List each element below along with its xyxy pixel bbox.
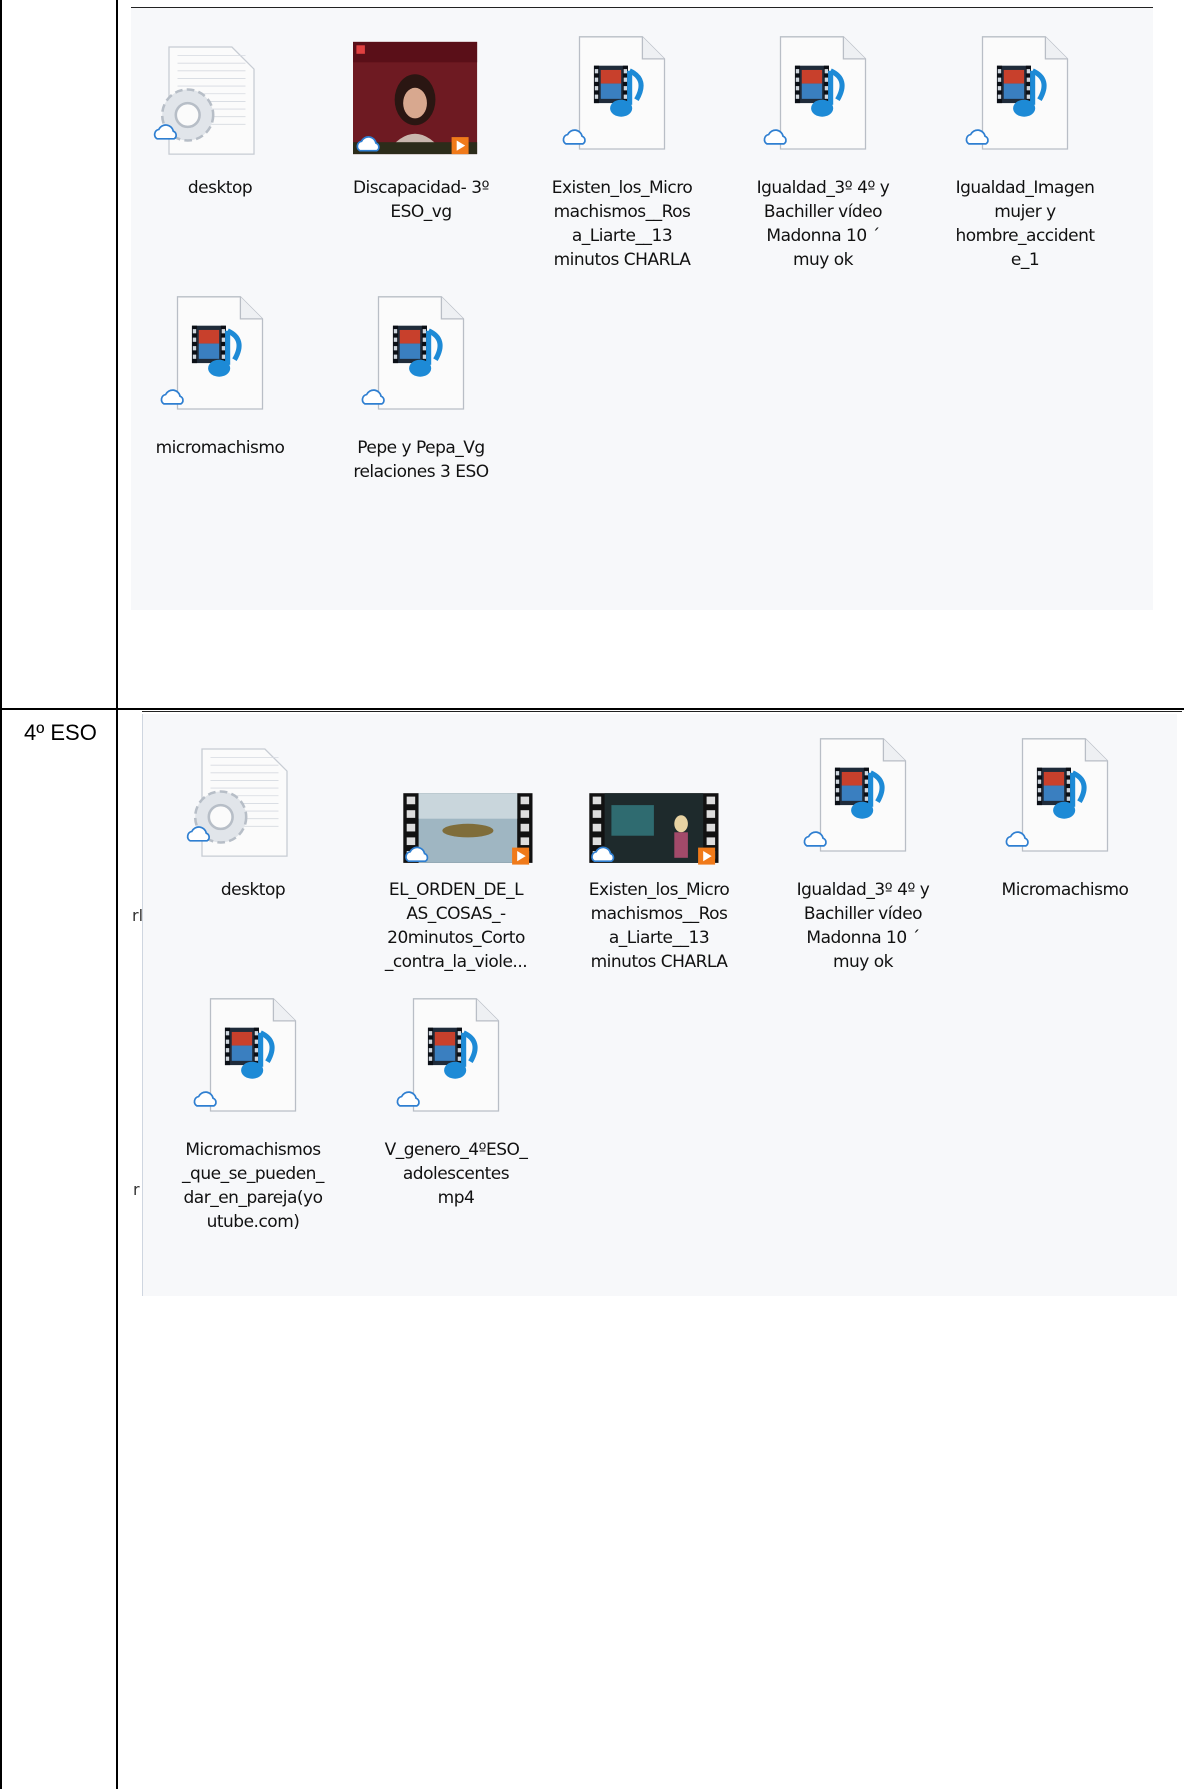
file-name-line: adolescentes [402,1164,510,1184]
media-file-icon[interactable] [537,20,707,176]
file-name-line: machismos__Ros [553,202,691,222]
play-badge-icon [451,137,469,155]
file-name-line: e_1 [1010,250,1040,270]
file-name-line: desktop [187,178,253,198]
file-item[interactable]: Existen_los_Micro machismos__Ros a_Liarte_… [574,722,744,974]
media-file-icon[interactable] [738,20,908,176]
file-name: desktop [168,878,338,902]
file-name-line: hombre_accident [955,226,1095,246]
media-file-icon[interactable] [168,982,338,1138]
file-name: Existen_los_Micro machismos__Ros a_Liarte_… [537,176,707,272]
file-name: Pepe y Pepa_Vg relaciones 3 ESO [336,436,506,484]
file-name-line: Existen_los_Micro [588,880,730,900]
file-name-line: Madonna 10 ´ [806,928,920,948]
file-item[interactable]: Pepe y Pepa_Vg relaciones 3 ESO [336,280,506,484]
file-item[interactable]: Micromachismo [980,722,1150,902]
file-name: EL_ORDEN_DE_L AS_COSAS_- 20minutos_Corto _c… [371,878,541,974]
file-name-line: AS_COSAS_- [406,904,506,924]
file-name: Existen_los_Micro machismos__Ros a_Liarte_… [574,878,744,974]
file-name-line: Igualdad_Imagen [955,178,1095,198]
file-item[interactable]: Igualdad_Imagenmujer y hombre_accident e_1 [940,20,1110,272]
file-name-line: Micromachismos [185,1140,321,1160]
file-name-line: Bachiller vídeo [763,202,883,222]
file-name-line: Discapacidad- 3º [352,178,490,198]
file-name-line: a_Liarte__13 [571,226,673,246]
media-file-icon[interactable] [135,280,305,436]
file-name-line: EL_ORDEN_DE_L [388,880,524,900]
video-file-icon[interactable] [336,20,506,176]
file-item[interactable]: Micromachismos _que_se_pueden_ dar_en_pare… [168,982,338,1234]
file-name-line: micromachismo [155,438,285,458]
file-item[interactable]: desktop [168,722,338,902]
file-name: V_genero_4ºESO_ adolescentes mp4 [371,1138,541,1210]
media-file-icon[interactable] [940,20,1110,176]
table-column-divider [116,0,118,1789]
file-name-line: Pepe y Pepa_Vg [357,438,485,458]
file-name-line: Existen_los_Micro [551,178,693,198]
file-name-line: desktop [220,880,286,900]
file-name-line: Igualdad_3º 4º y [796,880,930,900]
file-item[interactable]: micromachismo [135,280,305,460]
file-item[interactable]: Igualdad_3º 4º y Bachiller vídeo Madonna 1… [778,722,948,974]
edge-fragment: r [133,1180,140,1199]
file-item[interactable]: V_genero_4ºESO_ adolescentes mp4 [371,982,541,1210]
file-name-line: muy ok [792,250,854,270]
file-item[interactable]: Discapacidad- 3º ESO_vg [336,20,506,224]
file-name: micromachismo [135,436,305,460]
file-name-line: V_genero_4ºESO_ [384,1140,528,1160]
file-name-line: mp4 [437,1188,475,1208]
file-name-line: minutos CHARLA [553,250,691,270]
file-name-line: ESO_vg [390,202,452,222]
file-name-line: _contra_la_viole... [384,952,528,972]
video-file-icon[interactable] [371,722,541,878]
media-file-icon[interactable] [980,722,1150,878]
config-file-icon[interactable] [168,722,338,878]
media-file-icon[interactable] [778,722,948,878]
file-name-line: mujer y [994,202,1056,222]
file-name-line: utube.com) [206,1212,300,1232]
media-file-icon[interactable] [336,280,506,436]
edge-fragment: rl [132,906,144,925]
file-name-line: muy ok [832,952,894,972]
row-label: 4º ESO [24,720,97,745]
file-name: Igualdad_3º 4º y Bachiller vídeo Madonna 1… [778,878,948,974]
file-name-line: _que_se_pueden_ [182,1164,324,1184]
file-item[interactable]: Existen_los_Micro machismos__Ros a_Liarte_… [537,20,707,272]
file-name-line: relaciones 3 ESO [353,462,489,482]
file-name-line: Igualdad_3º 4º y [756,178,890,198]
file-name-line: Madonna 10 ´ [766,226,880,246]
play-badge-icon [512,847,530,865]
video-file-icon[interactable] [574,722,744,878]
panel-bottom-edge [142,711,1182,712]
media-file-icon[interactable] [371,982,541,1138]
file-name-line: Micromachismo [1001,880,1129,900]
file-name: Micromachismo [980,878,1150,902]
file-name-line: dar_en_pareja(yo [183,1188,323,1208]
file-item[interactable]: EL_ORDEN_DE_L AS_COSAS_- 20minutos_Corto _c… [371,722,541,974]
file-name: Micromachismos _que_se_pueden_ dar_en_pare… [168,1138,338,1234]
file-name: Discapacidad- 3º ESO_vg [336,176,506,224]
file-name-line: Bachiller vídeo [803,904,923,924]
file-name: Igualdad_3º 4º y Bachiller vídeo Madonna 1… [738,176,908,272]
file-item[interactable]: Igualdad_3º 4º y Bachiller vídeo Madonna 1… [738,20,908,272]
panel-top-edge [131,7,1153,8]
file-item[interactable]: desktop [135,20,305,200]
file-name-line: 20minutos_Corto [387,928,525,948]
file-name: Igualdad_Imagenmujer y hombre_accident e_1 [940,176,1110,272]
file-name-line: minutos CHARLA [590,952,728,972]
table-row-divider [0,708,1184,710]
table-left-border [0,0,2,1789]
file-name: desktop [135,176,305,200]
file-name-line: a_Liarte__13 [608,928,710,948]
file-name-line: machismos__Ros [590,904,728,924]
play-badge-icon [698,847,716,865]
config-file-icon[interactable] [135,20,305,176]
